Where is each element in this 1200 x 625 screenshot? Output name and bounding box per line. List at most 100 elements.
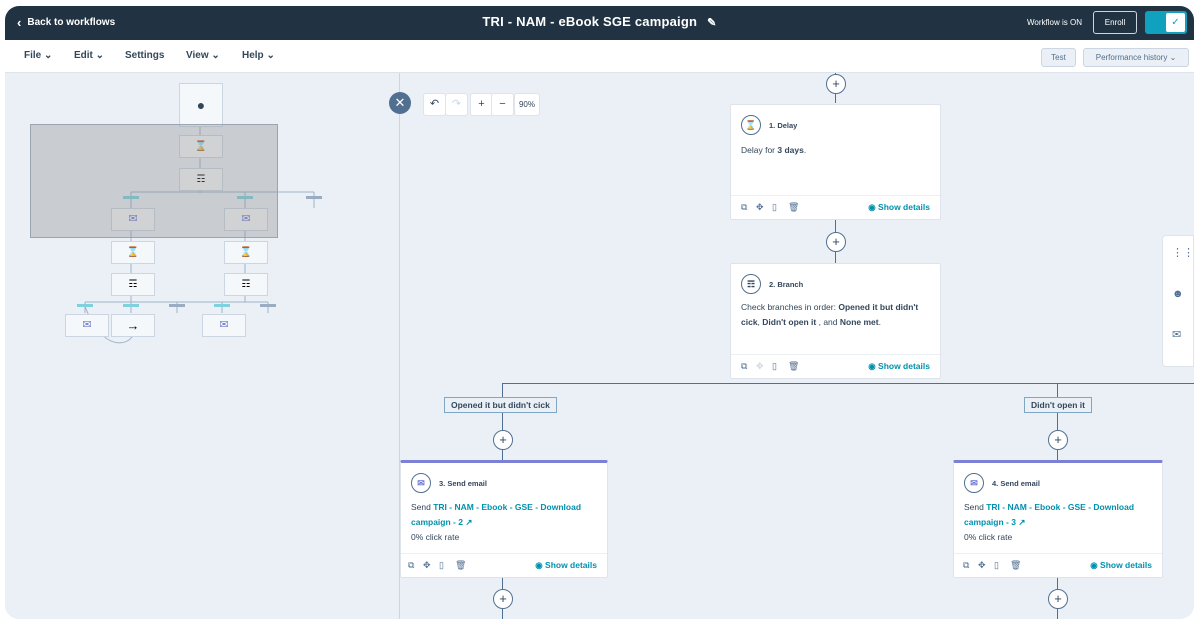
minimap-goto-node[interactable]: →	[111, 314, 155, 337]
minimap-branch-node[interactable]: ☶	[111, 273, 155, 296]
menu-help[interactable]: Help ⌄	[242, 50, 275, 61]
plus-icon: +	[499, 591, 507, 606]
eye-icon: ◉	[868, 202, 875, 212]
undo-button[interactable]: ↶	[423, 93, 446, 116]
grid-icon[interactable]: ⋮⋮	[1172, 246, 1194, 259]
trash-icon[interactable]: 🗑	[455, 560, 466, 571]
branch-label-opened[interactable]: Opened it but didn't cick	[444, 397, 557, 413]
branch-icon: ☶	[112, 274, 154, 295]
trash-icon[interactable]: 🗑	[1010, 560, 1021, 571]
delay-action-card[interactable]: ⌛ 1. Delay Delay for 3 days. ⧉ ✥ ▯ 🗑 ◉ Sh…	[730, 104, 941, 220]
minimap-delay-node[interactable]: ⌛	[224, 241, 268, 264]
external-link-icon[interactable]: ↗	[1018, 517, 1025, 527]
zoom-level[interactable]: 90%	[514, 93, 540, 116]
menu-view[interactable]: View ⌄	[186, 50, 220, 61]
email-link[interactable]: TRI - NAM - Ebook - GSE - Download campa…	[964, 502, 1134, 527]
show-details-link[interactable]: ◉ Show details	[868, 202, 930, 213]
card-header: 1. Delay	[769, 121, 797, 130]
add-action-button[interactable]: +	[1048, 589, 1068, 609]
minimap-delay-node[interactable]: ⌛	[111, 241, 155, 264]
workflow-editor: ‹ Back to workflows TRI - NAM - eBook SG…	[5, 6, 1194, 619]
move-icon[interactable]: ✥	[978, 560, 986, 571]
add-action-button[interactable]: +	[493, 430, 513, 450]
delay-description: Delay for 3 days.	[741, 143, 806, 158]
chat-icon[interactable]: ✉	[1172, 328, 1181, 341]
redo-button[interactable]: ↷	[445, 93, 468, 116]
hourglass-icon: ⌛	[112, 242, 154, 263]
show-details-link[interactable]: ◉ Show details	[1090, 560, 1152, 571]
envelope-icon: ✉	[411, 473, 431, 493]
branch-action-card[interactable]: ☶2. Branch Check branches in order: Open…	[730, 263, 941, 379]
eye-icon: ◉	[868, 361, 875, 371]
right-side-panel: ⋮⋮ ☻ ✉	[1162, 235, 1194, 367]
move-icon[interactable]: ✥	[423, 560, 431, 571]
workflow-title-text: TRI - NAM - eBook SGE campaign	[482, 14, 697, 29]
workflow-title[interactable]: TRI - NAM - eBook SGE campaign ✎	[5, 14, 1194, 29]
chevron-down-icon: ⌄	[211, 50, 219, 61]
envelope-icon: ✉	[66, 315, 108, 336]
menu-file[interactable]: File ⌄	[24, 50, 52, 61]
workflow-toggle[interactable]: ✓	[1145, 11, 1187, 34]
email-link[interactable]: TRI - NAM - Ebook - GSE - Download campa…	[411, 502, 581, 527]
show-details-link[interactable]: ◉ Show details	[535, 560, 597, 571]
send-email-card[interactable]: ✉3. Send email Send TRI - NAM - Ebook - …	[400, 460, 608, 578]
close-minimap-button[interactable]: ✕	[389, 92, 411, 114]
send-email-card[interactable]: ✉4. Send email Send TRI - NAM - Ebook - …	[953, 460, 1163, 578]
connector-line	[502, 383, 1194, 384]
hourglass-icon: ⌛	[741, 115, 761, 135]
eye-icon: ◉	[1090, 560, 1097, 570]
add-action-button[interactable]: +	[826, 74, 846, 94]
plus-icon: +	[832, 234, 840, 249]
clone-icon[interactable]: ▯	[772, 202, 777, 213]
click-rate: 0% click rate	[964, 530, 1012, 545]
envelope-icon: ✉	[203, 315, 245, 336]
trash-icon[interactable]: 🗑	[788, 361, 799, 372]
minimap-email-node[interactable]: ✉	[202, 314, 246, 337]
clone-icon[interactable]: ▯	[994, 560, 999, 571]
menu-edit[interactable]: Edit ⌄	[74, 50, 104, 61]
minus-icon: −	[499, 98, 505, 110]
minimap[interactable]: ● ⌛ ☶ ✉ ✉ ⌛ ⌛ ☶ ☶ ✉ → ✉	[5, 73, 400, 619]
minimap-branch-node[interactable]: ☶	[224, 273, 268, 296]
test-button[interactable]: Test	[1041, 48, 1076, 67]
copy-icon[interactable]: ⧉	[741, 361, 747, 372]
hourglass-icon: ⌛	[225, 242, 267, 263]
assistant-icon[interactable]: ☻	[1172, 288, 1184, 300]
redo-icon: ↷	[452, 98, 461, 110]
minimap-email-node[interactable]: ✉	[65, 314, 109, 337]
trash-icon[interactable]: 🗑	[788, 202, 799, 213]
top-bar: ‹ Back to workflows TRI - NAM - eBook SG…	[5, 6, 1194, 40]
chevron-down-icon: ⌄	[1170, 53, 1177, 62]
workflow-canvas[interactable]: ✕ ↶ ↷ + − 90% + ⌛1. Delay Delay for 3 da…	[400, 73, 1194, 619]
enroll-button[interactable]: Enroll	[1093, 11, 1137, 34]
clone-icon[interactable]: ▯	[772, 361, 777, 372]
add-action-button[interactable]: +	[826, 232, 846, 252]
performance-history-button[interactable]: Performance history ⌄	[1083, 48, 1189, 67]
add-action-button[interactable]: +	[493, 589, 513, 609]
branch-description: Check branches in order: Opened it but d…	[741, 300, 933, 330]
copy-icon[interactable]: ⧉	[741, 202, 747, 213]
zoom-out-button[interactable]: −	[491, 93, 514, 116]
zoom-in-button[interactable]: +	[470, 93, 493, 116]
email-description: Send TRI - NAM - Ebook - GSE - Download …	[964, 500, 1156, 530]
move-icon[interactable]: ✥	[756, 361, 764, 372]
click-rate: 0% click rate	[411, 530, 459, 545]
minimap-trigger-node[interactable]: ●	[179, 83, 223, 127]
copy-icon[interactable]: ⧉	[408, 560, 414, 571]
card-header: 2. Branch	[769, 280, 803, 289]
workflow-status: Workflow is ON	[1027, 18, 1082, 27]
minimap-viewport[interactable]	[30, 124, 278, 238]
plus-icon: +	[478, 98, 484, 110]
move-icon[interactable]: ✥	[756, 202, 764, 213]
add-action-button[interactable]: +	[1048, 430, 1068, 450]
show-details-link[interactable]: ◉ Show details	[868, 361, 930, 372]
external-link-icon[interactable]: ↗	[465, 517, 472, 527]
chevron-down-icon: ⌄	[266, 50, 274, 61]
close-icon: ✕	[395, 95, 406, 110]
copy-icon[interactable]: ⧉	[963, 560, 969, 571]
menu-settings[interactable]: Settings	[125, 50, 164, 61]
card-header: 3. Send email	[439, 479, 487, 488]
branch-label-didnt-open[interactable]: Didn't open it	[1024, 397, 1092, 413]
clone-icon[interactable]: ▯	[439, 560, 444, 571]
pencil-icon[interactable]: ✎	[707, 16, 716, 29]
